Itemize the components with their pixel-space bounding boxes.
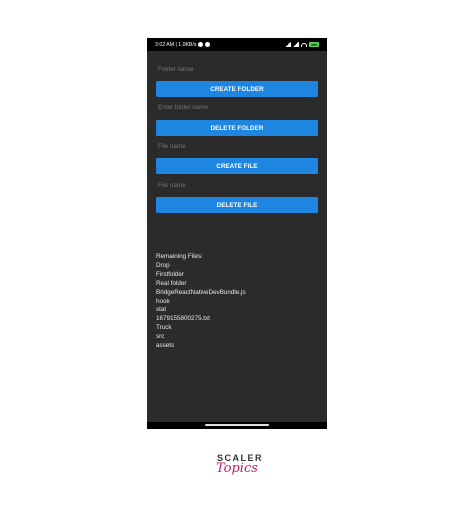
- logo-topics-text: Topics: [216, 461, 258, 476]
- create-folder-button[interactable]: CREATE FOLDER: [156, 81, 318, 97]
- list-item: Truck: [156, 324, 172, 332]
- list-item: hook: [156, 297, 170, 305]
- home-indicator[interactable]: [205, 424, 269, 426]
- list-item: src: [156, 333, 165, 341]
- notification-icon: [198, 42, 204, 47]
- create-file-button[interactable]: CREATE FILE: [156, 158, 318, 174]
- list-item: 1679155800275.txt: [156, 315, 210, 323]
- list-item: stat: [156, 306, 167, 314]
- delete-folder-button[interactable]: DELETE FOLDER: [156, 120, 318, 136]
- list-item: Real folder: [156, 279, 187, 287]
- create-file-name-input[interactable]: [158, 142, 318, 152]
- delete-file-button[interactable]: DELETE FILE: [156, 197, 318, 213]
- remaining-files-heading: Remaining Files:: [156, 253, 203, 260]
- list-item: BridgeReactNativeDevBundle.js: [156, 288, 246, 296]
- status-bar-left: 3:02 AM | 1.0KB/s: [155, 41, 211, 48]
- list-item: Drop: [156, 261, 170, 269]
- delete-folder-name-input[interactable]: [158, 103, 318, 113]
- delete-file-name-input[interactable]: [158, 181, 318, 191]
- signal-icon-2: [293, 42, 300, 47]
- status-time-speed: 3:02 AM | 1.0KB/s: [155, 41, 197, 48]
- battery-icon: 100: [309, 42, 319, 47]
- wifi-icon: [301, 42, 308, 47]
- status-bar: 3:02 AM | 1.0KB/s 100: [147, 38, 327, 51]
- remaining-files-list: Remaining Files: Drop Firstfolder Real f…: [156, 253, 246, 351]
- list-item: Firstfolder: [156, 270, 184, 278]
- scaler-topics-logo: SCALER Topics: [206, 453, 268, 489]
- notification-icon-2: [205, 42, 211, 47]
- page: 3:02 AM | 1.0KB/s 100 CREATE FOLDER DELE…: [0, 0, 474, 514]
- signal-icon: [285, 42, 292, 47]
- phone-screen: 3:02 AM | 1.0KB/s 100 CREATE FOLDER DELE…: [147, 38, 327, 429]
- status-bar-right: 100: [285, 42, 319, 47]
- create-folder-name-input[interactable]: [158, 65, 318, 75]
- list-item: assets: [156, 342, 175, 350]
